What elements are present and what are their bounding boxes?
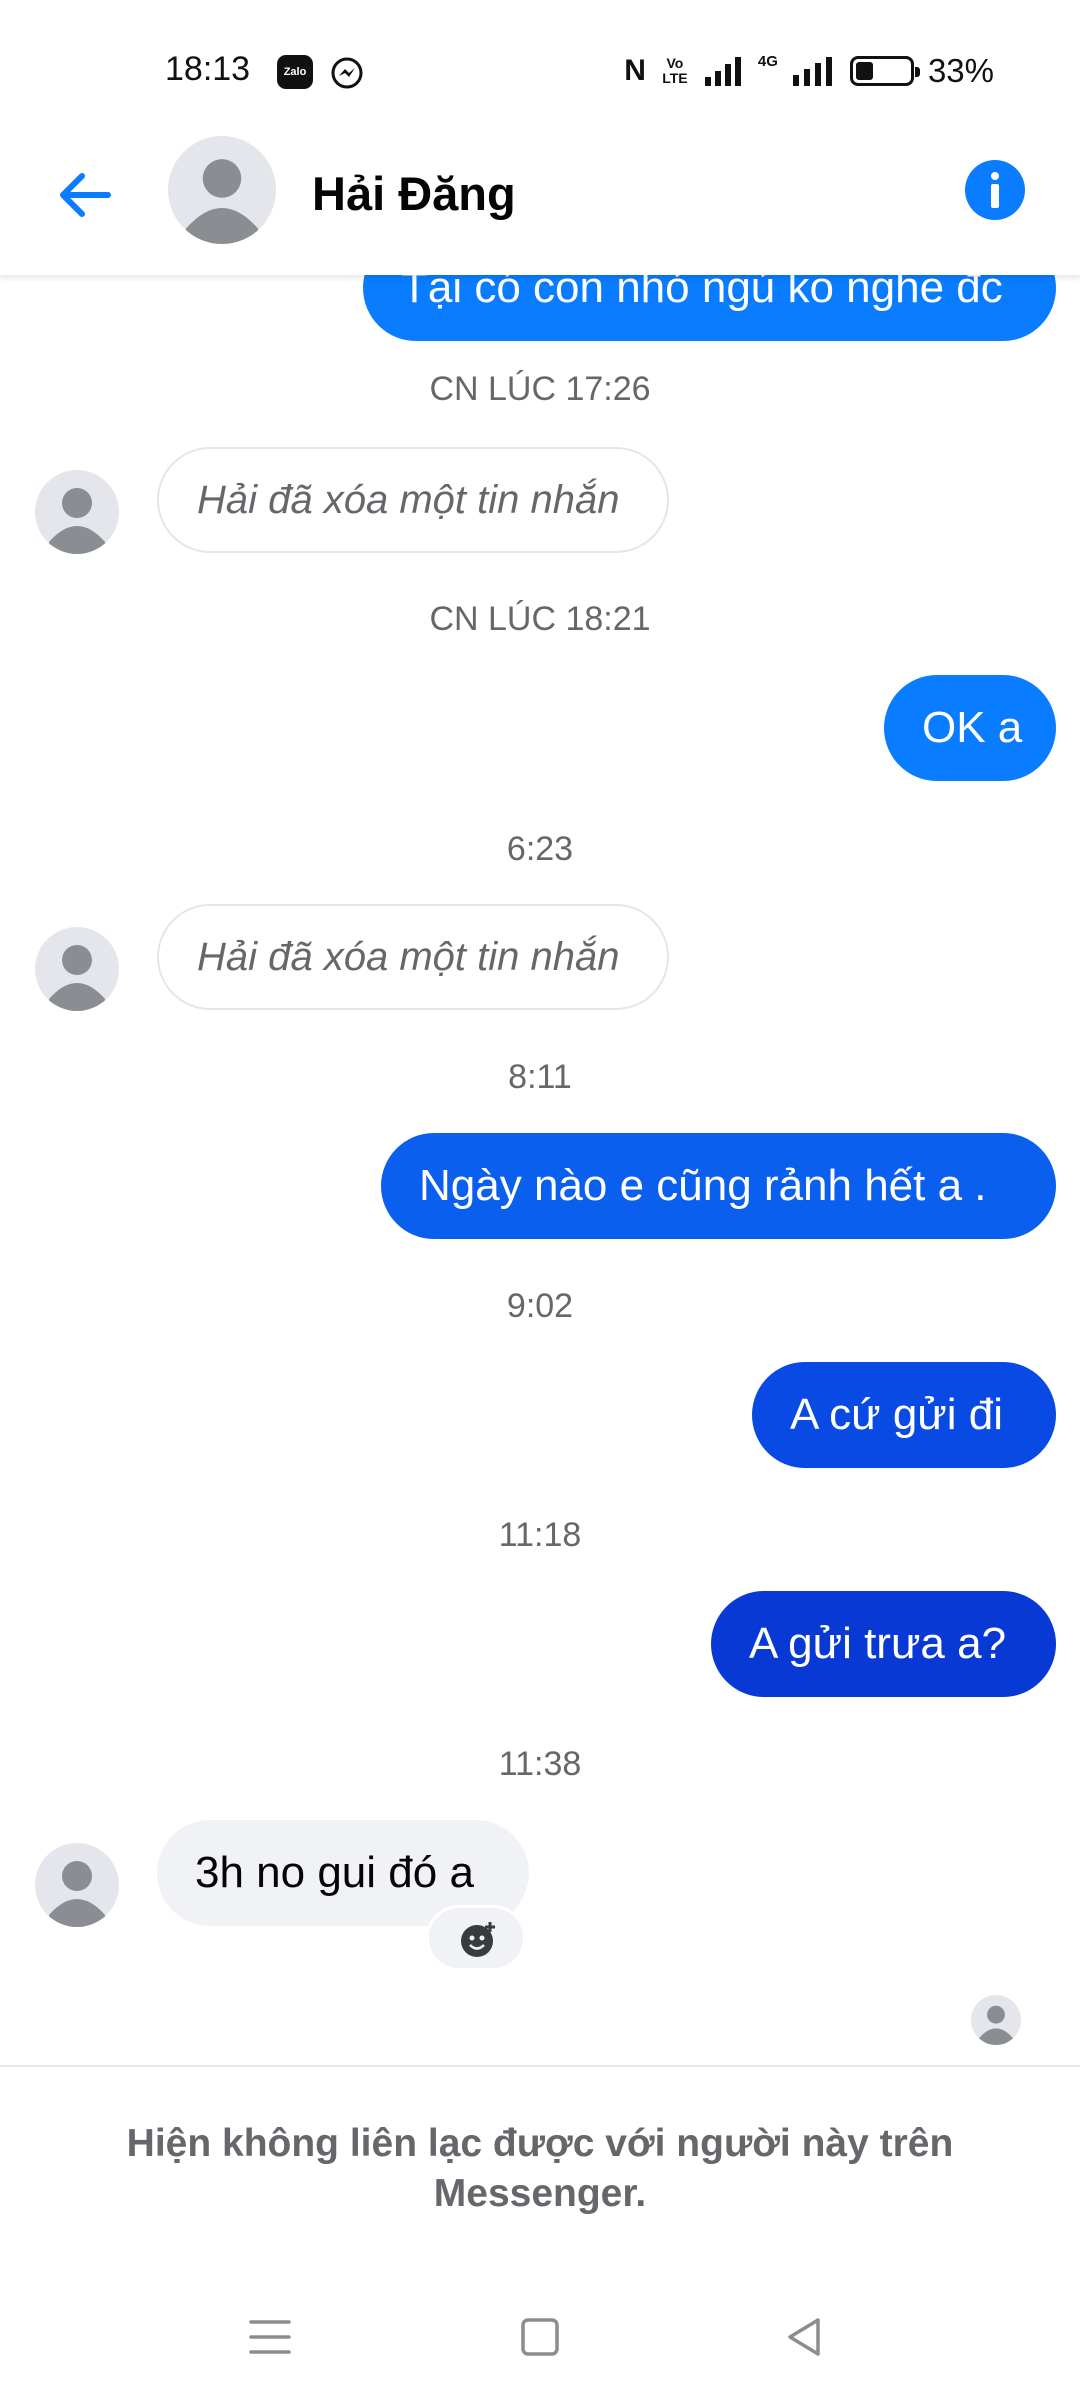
- message-bubble-outgoing[interactable]: OK a: [884, 675, 1056, 781]
- messenger-notification-icon: [331, 57, 363, 89]
- network-type-icon: 4G: [757, 52, 778, 70]
- status-time: 18:13: [165, 50, 251, 88]
- home-button[interactable]: [515, 2312, 565, 2362]
- contact-avatar[interactable]: [168, 136, 276, 244]
- battery-fill: [855, 62, 873, 80]
- info-icon-bar: [991, 184, 999, 208]
- status-bar: 18:13 Zalo N Vo LTE 4G 33%: [0, 0, 1080, 130]
- timestamp: 9:02: [506, 1287, 574, 1325]
- default-avatar-icon: [49, 945, 105, 1011]
- message-text: Hải đã xóa một tin nhắn: [197, 478, 620, 522]
- battery-icon: [849, 56, 920, 86]
- signal-icon: [704, 57, 741, 86]
- back-button[interactable]: [50, 160, 120, 230]
- default-avatar-icon: [979, 2005, 1013, 2045]
- contact-avatar[interactable]: [35, 927, 119, 1011]
- message-bubble-outgoing[interactable]: A cứ gửi đi: [752, 1362, 1056, 1468]
- contact-avatar[interactable]: [35, 1843, 119, 1927]
- message-text: Ngày nào e cũng rảnh hết a .: [419, 1161, 987, 1210]
- system-back-button[interactable]: [780, 2312, 830, 2362]
- unavailable-notice: Hiện không liên lạc được với người này t…: [0, 2065, 1080, 2270]
- status-icons: N Vo LTE 4G 33%: [624, 52, 994, 90]
- timestamp: 8:11: [508, 1058, 572, 1096]
- recents-button[interactable]: [245, 2312, 295, 2362]
- message-bubble-outgoing-partial[interactable]: Tại có con nhỏ ngủ ko nghe đc: [363, 275, 1056, 341]
- default-avatar-icon: [49, 488, 105, 554]
- volte-icon: Vo LTE: [662, 55, 688, 86]
- arrow-left-icon: [60, 173, 111, 217]
- info-button[interactable]: [965, 160, 1025, 220]
- info-icon: [991, 172, 999, 180]
- triangle-back-icon: [788, 2318, 820, 2356]
- add-reaction-button[interactable]: [426, 1905, 526, 1971]
- contact-avatar[interactable]: [35, 470, 119, 554]
- deleted-message-bubble[interactable]: Hải đã xóa một tin nhắn: [157, 904, 669, 1010]
- signal-4g-icon: [792, 57, 832, 86]
- message-bubble-outgoing[interactable]: Ngày nào e cũng rảnh hết a .: [381, 1133, 1056, 1239]
- timestamp: CN LÚC 17:26: [429, 370, 651, 408]
- message-text: A cứ gửi đi: [790, 1390, 1003, 1439]
- message-text: OK a: [922, 703, 1023, 752]
- timestamp: CN LÚC 18:21: [429, 600, 651, 638]
- contact-name[interactable]: Hải Đăng: [312, 166, 516, 221]
- message-bubble-outgoing[interactable]: A gửi trưa a?: [711, 1591, 1056, 1697]
- timestamp: 11:18: [498, 1516, 582, 1554]
- conversation-thread[interactable]: Tại có con nhỏ ngủ ko nghe đc CN LÚC 17:…: [0, 275, 1080, 2065]
- home-square-icon: [521, 2318, 559, 2356]
- default-avatar-icon: [186, 159, 258, 244]
- message-text: Hải đã xóa một tin nhắn: [197, 935, 620, 979]
- seen-avatar-indicator: [971, 1995, 1021, 2045]
- message-text: Tại có con nhỏ ngủ ko nghe đc: [401, 275, 1003, 312]
- conversation-header: Hải Đăng: [0, 130, 1080, 275]
- default-avatar-icon: [49, 1861, 105, 1927]
- battery-percent: 33%: [927, 52, 994, 89]
- smiley-plus-icon: [461, 1922, 495, 1957]
- system-navigation-bar: [0, 2270, 1080, 2400]
- message-text: A gửi trưa a?: [749, 1619, 1007, 1668]
- timestamp: 11:38: [498, 1745, 582, 1783]
- timestamp: 6:23: [506, 830, 574, 868]
- zalo-notification-icon: Zalo: [277, 55, 313, 89]
- nfc-icon: N: [624, 54, 646, 87]
- messenger-screen: 18:13 Zalo N Vo LTE 4G 33% Tại có con nh…: [0, 0, 1080, 2400]
- menu-lines-icon: [249, 2320, 291, 2354]
- message-text: 3h no gui đó a: [195, 1848, 474, 1897]
- notice-text: Hiện không liên lạc được với người này t…: [126, 2122, 954, 2215]
- deleted-message-bubble[interactable]: Hải đã xóa một tin nhắn: [157, 447, 669, 553]
